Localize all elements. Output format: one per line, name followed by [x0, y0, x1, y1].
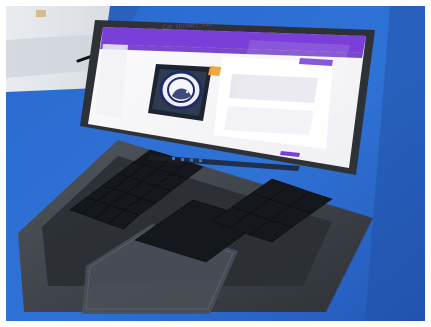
sticker-logo	[159, 70, 203, 110]
taskbar-icon	[198, 159, 203, 163]
taskbar-icon	[189, 158, 194, 162]
photo	[0, 0, 431, 327]
logo-eye	[185, 90, 189, 94]
taskbar-icon	[180, 157, 185, 162]
photo-frame: Cat_stickerz_Vs2	[0, 0, 431, 327]
wall-object	[36, 10, 46, 17]
taskbar-icon	[171, 156, 176, 161]
